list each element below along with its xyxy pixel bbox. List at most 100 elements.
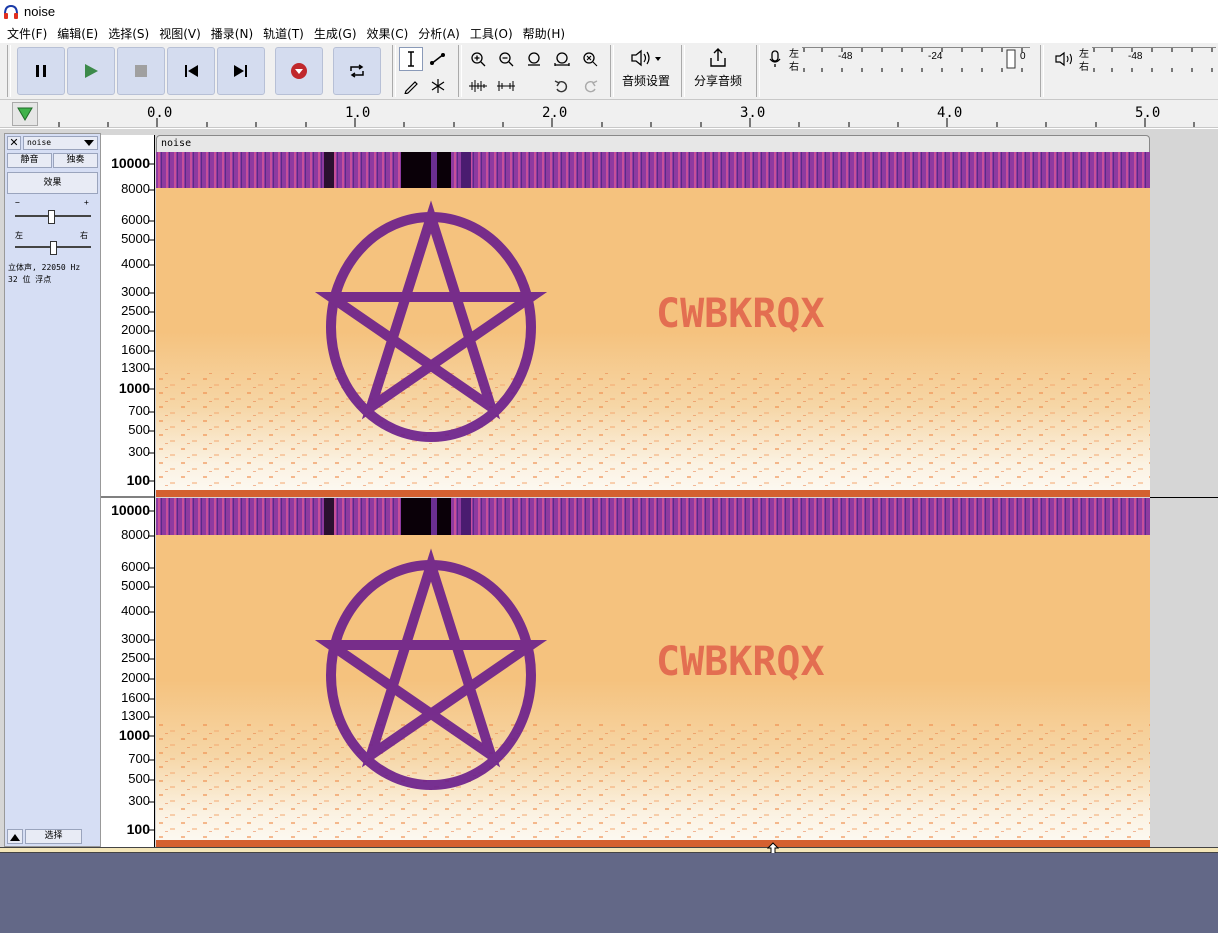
pause-button[interactable] — [17, 47, 65, 95]
audio-setup-button[interactable]: 音频设置 — [617, 47, 675, 99]
rec-meter-tick-48: -48 — [838, 51, 853, 62]
freq-label-6000: 6000 — [121, 212, 150, 227]
empty-project-area[interactable] — [0, 853, 1218, 933]
skip-to-end-button[interactable] — [217, 47, 265, 95]
envelope-tool[interactable] — [426, 47, 450, 71]
pan-slider[interactable] — [15, 241, 91, 255]
select-track-button[interactable]: 选择 — [25, 829, 82, 844]
record-meter-button[interactable] — [763, 47, 787, 71]
track-format-info: 立体声, 22050 Hz — [8, 263, 81, 272]
menu-tools[interactable]: 工具(O) — [470, 25, 513, 42]
playback-meter-button[interactable] — [1052, 47, 1076, 71]
solo-label: 独奏 — [66, 155, 85, 165]
freq-label-1600: 1600 — [121, 342, 150, 357]
skip-end-icon — [234, 65, 247, 77]
record-button[interactable] — [275, 47, 323, 95]
play-button[interactable] — [67, 47, 115, 95]
pan-right-label: 右 — [80, 231, 88, 240]
stop-button[interactable] — [117, 47, 165, 95]
audacity-icon — [3, 4, 19, 20]
collapse-track-button[interactable] — [7, 829, 23, 844]
undo-button[interactable] — [550, 74, 574, 98]
toolbar-grip[interactable] — [610, 45, 614, 97]
close-icon: ✕ — [9, 136, 19, 149]
menu-edit[interactable]: 编辑(E) — [57, 25, 98, 42]
skip-to-start-button[interactable] — [167, 47, 215, 95]
loop-button[interactable] — [333, 47, 381, 95]
freq-label-10000: 10000 — [111, 155, 150, 171]
spectrogram-channel-2[interactable]: CWBKRQX — [156, 498, 1150, 847]
menu-select[interactable]: 选择(S) — [108, 25, 149, 42]
zoom-toggle-button[interactable] — [578, 47, 602, 71]
rec-meter-bar[interactable] — [802, 47, 1030, 72]
toolbar: 音频设置 分享音频 左 右 -48 -24 0 左 右 -48 — [0, 43, 1218, 100]
spectrogram-hidden-text-ch2: CWBKRQX — [656, 639, 825, 685]
frequency-ruler[interactable]: 10000 8000 6000 5000 4000 3000 2500 2000… — [101, 135, 155, 848]
audio-setup-label: 音频设置 — [621, 74, 670, 88]
freq-label-3000-ch2: 3000 — [121, 631, 150, 646]
ruler-label-3: 3.0 — [740, 105, 766, 121]
track-name: noise — [27, 138, 52, 147]
freq-label-300-ch2: 300 — [128, 793, 150, 808]
gain-slider-thumb[interactable] — [48, 210, 55, 224]
gain-slider[interactable] — [15, 210, 91, 224]
select-label: 选择 — [44, 831, 63, 841]
ruler-label-1: 1.0 — [345, 105, 371, 121]
selection-tool[interactable] — [399, 47, 423, 71]
multi-tool[interactable] — [426, 74, 450, 98]
silence-audio-button[interactable] — [494, 74, 518, 98]
menu-tracks[interactable]: 轨道(T) — [263, 25, 304, 42]
menu-analyze[interactable]: 分析(A) — [418, 25, 460, 42]
toolbar-grip[interactable] — [458, 45, 462, 97]
toolbar-grip[interactable] — [1040, 45, 1044, 97]
effects-button[interactable]: 效果 — [7, 172, 98, 194]
clip-header[interactable]: noise — [156, 135, 1150, 152]
play-meter-bar[interactable] — [1092, 47, 1216, 72]
menu-view[interactable]: 视图(V) — [159, 25, 201, 42]
undo-icon — [554, 80, 568, 93]
trim-audio-button[interactable] — [466, 74, 490, 98]
spectrogram-hidden-text: CWBKRQX — [656, 291, 825, 337]
pause-icon — [36, 65, 46, 77]
rec-meter-right-label: 右 — [789, 62, 799, 73]
pan-slider-thumb[interactable] — [50, 241, 57, 255]
toolbar-grip[interactable] — [681, 45, 685, 97]
menu-help[interactable]: 帮助(H) — [523, 25, 565, 42]
rec-meter-ticks — [803, 48, 1023, 72]
toolbar-grip[interactable] — [7, 45, 11, 97]
toolbar-grip[interactable] — [392, 45, 396, 97]
timeline-ruler[interactable]: 0.0 1.0 2.0 3.0 4.0 5.0 — [0, 100, 1218, 128]
ruler-label-5: 5.0 — [1135, 105, 1161, 121]
freq-label-100-ch2: 100 — [126, 821, 150, 837]
freq-label-700-ch2: 700 — [128, 751, 150, 766]
zoom-out-button[interactable] — [494, 47, 518, 71]
i-beam-icon — [408, 51, 414, 67]
menu-effect[interactable]: 效果(C) — [367, 25, 409, 42]
title-bar: noise — [0, 0, 1218, 23]
draw-tool[interactable] — [399, 74, 423, 98]
freq-label-4000-ch2: 4000 — [121, 603, 150, 618]
freq-label-5000: 5000 — [121, 231, 150, 246]
menu-generate[interactable]: 生成(G) — [314, 25, 357, 42]
share-audio-button[interactable]: 分享音频 — [688, 47, 748, 99]
fit-project-button[interactable] — [550, 47, 574, 71]
fit-selection-button[interactable] — [522, 47, 546, 71]
freq-label-100: 100 — [126, 472, 150, 488]
clip-name: noise — [161, 138, 192, 149]
dropdown-arrow-icon — [84, 140, 94, 146]
close-track-button[interactable]: ✕ — [7, 136, 21, 150]
track-name-menu[interactable]: noise — [23, 136, 98, 150]
envelope-icon — [430, 53, 445, 65]
menu-file[interactable]: 文件(F) — [7, 25, 47, 42]
redo-button[interactable] — [578, 74, 602, 98]
speaker-icon — [1055, 51, 1073, 67]
toolbar-grip[interactable] — [756, 45, 760, 97]
mute-button[interactable]: 静音 — [7, 153, 52, 168]
zoom-in-button[interactable] — [466, 47, 490, 71]
menu-transport[interactable]: 播录(N) — [211, 25, 253, 42]
spectrogram-channel-1[interactable]: CWBKRQX — [156, 152, 1150, 497]
trim-icon — [469, 80, 487, 92]
track-control-panel[interactable]: ✕ noise 静音 独奏 效果 − + 左 右 立体声, 22050 Hz 3… — [4, 133, 101, 847]
solo-button[interactable]: 独奏 — [53, 153, 98, 168]
channel-divider[interactable] — [1150, 497, 1218, 498]
